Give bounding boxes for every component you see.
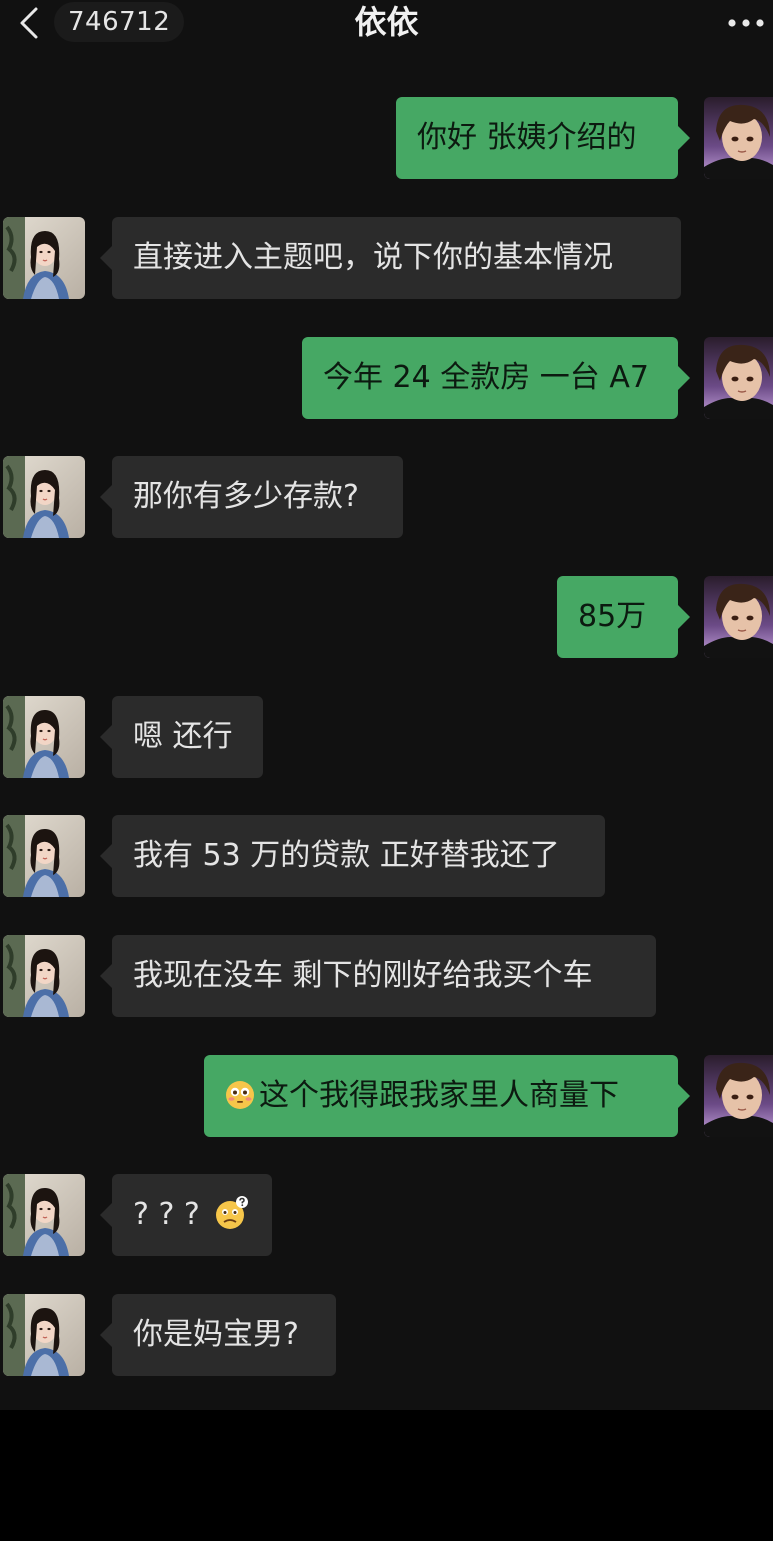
incoming-message-bubble[interactable]: 我现在没车 剩下的刚好给我买个车	[100, 935, 656, 1017]
contact-avatar[interactable]	[3, 696, 85, 778]
message-text: ? ? ?	[133, 1197, 200, 1232]
my-avatar[interactable]	[704, 576, 773, 658]
outgoing-message-bubble[interactable]: 这个我得跟我家里人商量下	[204, 1055, 690, 1137]
my-avatar[interactable]	[704, 337, 773, 419]
outgoing-message-bubble[interactable]: 你好 张姨介绍的	[396, 97, 690, 179]
outgoing-message-bubble[interactable]: 85万	[557, 576, 690, 658]
contact-avatar[interactable]	[3, 1174, 85, 1256]
incoming-message-bubble[interactable]: 那你有多少存款?	[100, 456, 403, 538]
incoming-message-bubble[interactable]: ? ? ?	[100, 1174, 272, 1256]
back-button[interactable]	[14, 6, 48, 40]
message-text: 我有 53 万的贷款 正好替我还了	[133, 838, 560, 873]
message-text: 85万	[578, 599, 647, 634]
message-text: 直接进入主题吧，说下你的基本情况	[133, 240, 613, 275]
incoming-message-bubble[interactable]: 嗯 还行	[100, 696, 263, 778]
chat-header: 746712 依依	[0, 0, 773, 50]
incoming-message-bubble[interactable]: 你是妈宝男?	[100, 1294, 336, 1376]
message-text: 那你有多少存款?	[133, 479, 359, 514]
confused-face-emoji-icon	[214, 1195, 250, 1231]
message-text: 你好 张姨介绍的	[417, 120, 637, 155]
chat-screen: 746712 依依 你好 张姨介绍的 直接进入主题吧，说下你的基本情况 今年 2…	[0, 0, 773, 1410]
my-avatar[interactable]	[704, 97, 773, 179]
contact-avatar[interactable]	[3, 935, 85, 1017]
outgoing-message-bubble[interactable]: 今年 24 全款房 一台 A7	[302, 337, 690, 419]
incoming-message-bubble[interactable]: 我有 53 万的贷款 正好替我还了	[100, 815, 605, 897]
message-text: 这个我得跟我家里人商量下	[259, 1078, 619, 1113]
message-text: 你是妈宝男?	[133, 1317, 299, 1352]
more-dots-icon	[728, 19, 764, 27]
incoming-message-bubble[interactable]: 直接进入主题吧，说下你的基本情况	[100, 217, 681, 299]
chevron-left-icon	[20, 7, 38, 39]
contact-avatar[interactable]	[3, 217, 85, 299]
more-options-button[interactable]	[724, 6, 768, 40]
flushed-face-emoji-icon	[225, 1080, 255, 1110]
contact-avatar[interactable]	[3, 815, 85, 897]
message-text: 今年 24 全款房 一台 A7	[323, 360, 649, 395]
contact-avatar[interactable]	[3, 456, 85, 538]
unread-count-badge[interactable]: 746712	[54, 2, 185, 42]
contact-avatar[interactable]	[3, 1294, 85, 1376]
message-text: 嗯 还行	[133, 719, 233, 754]
my-avatar[interactable]	[704, 1055, 773, 1137]
message-text: 我现在没车 剩下的刚好给我买个车	[133, 958, 593, 993]
